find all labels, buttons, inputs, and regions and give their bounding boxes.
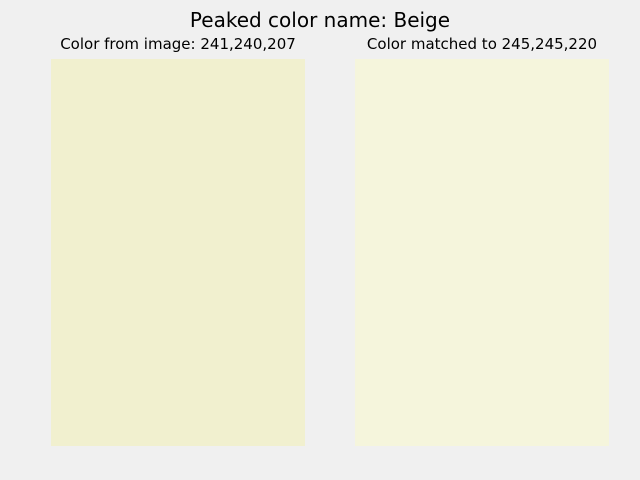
matched-color-title: Color matched to 245,245,220 [366, 35, 598, 53]
image-color-swatch [51, 59, 305, 446]
image-color-title: Color from image: 241,240,207 [60, 35, 296, 53]
matched-color-swatch [355, 59, 609, 446]
figure-title: Peaked color name: Beige [189, 8, 451, 32]
